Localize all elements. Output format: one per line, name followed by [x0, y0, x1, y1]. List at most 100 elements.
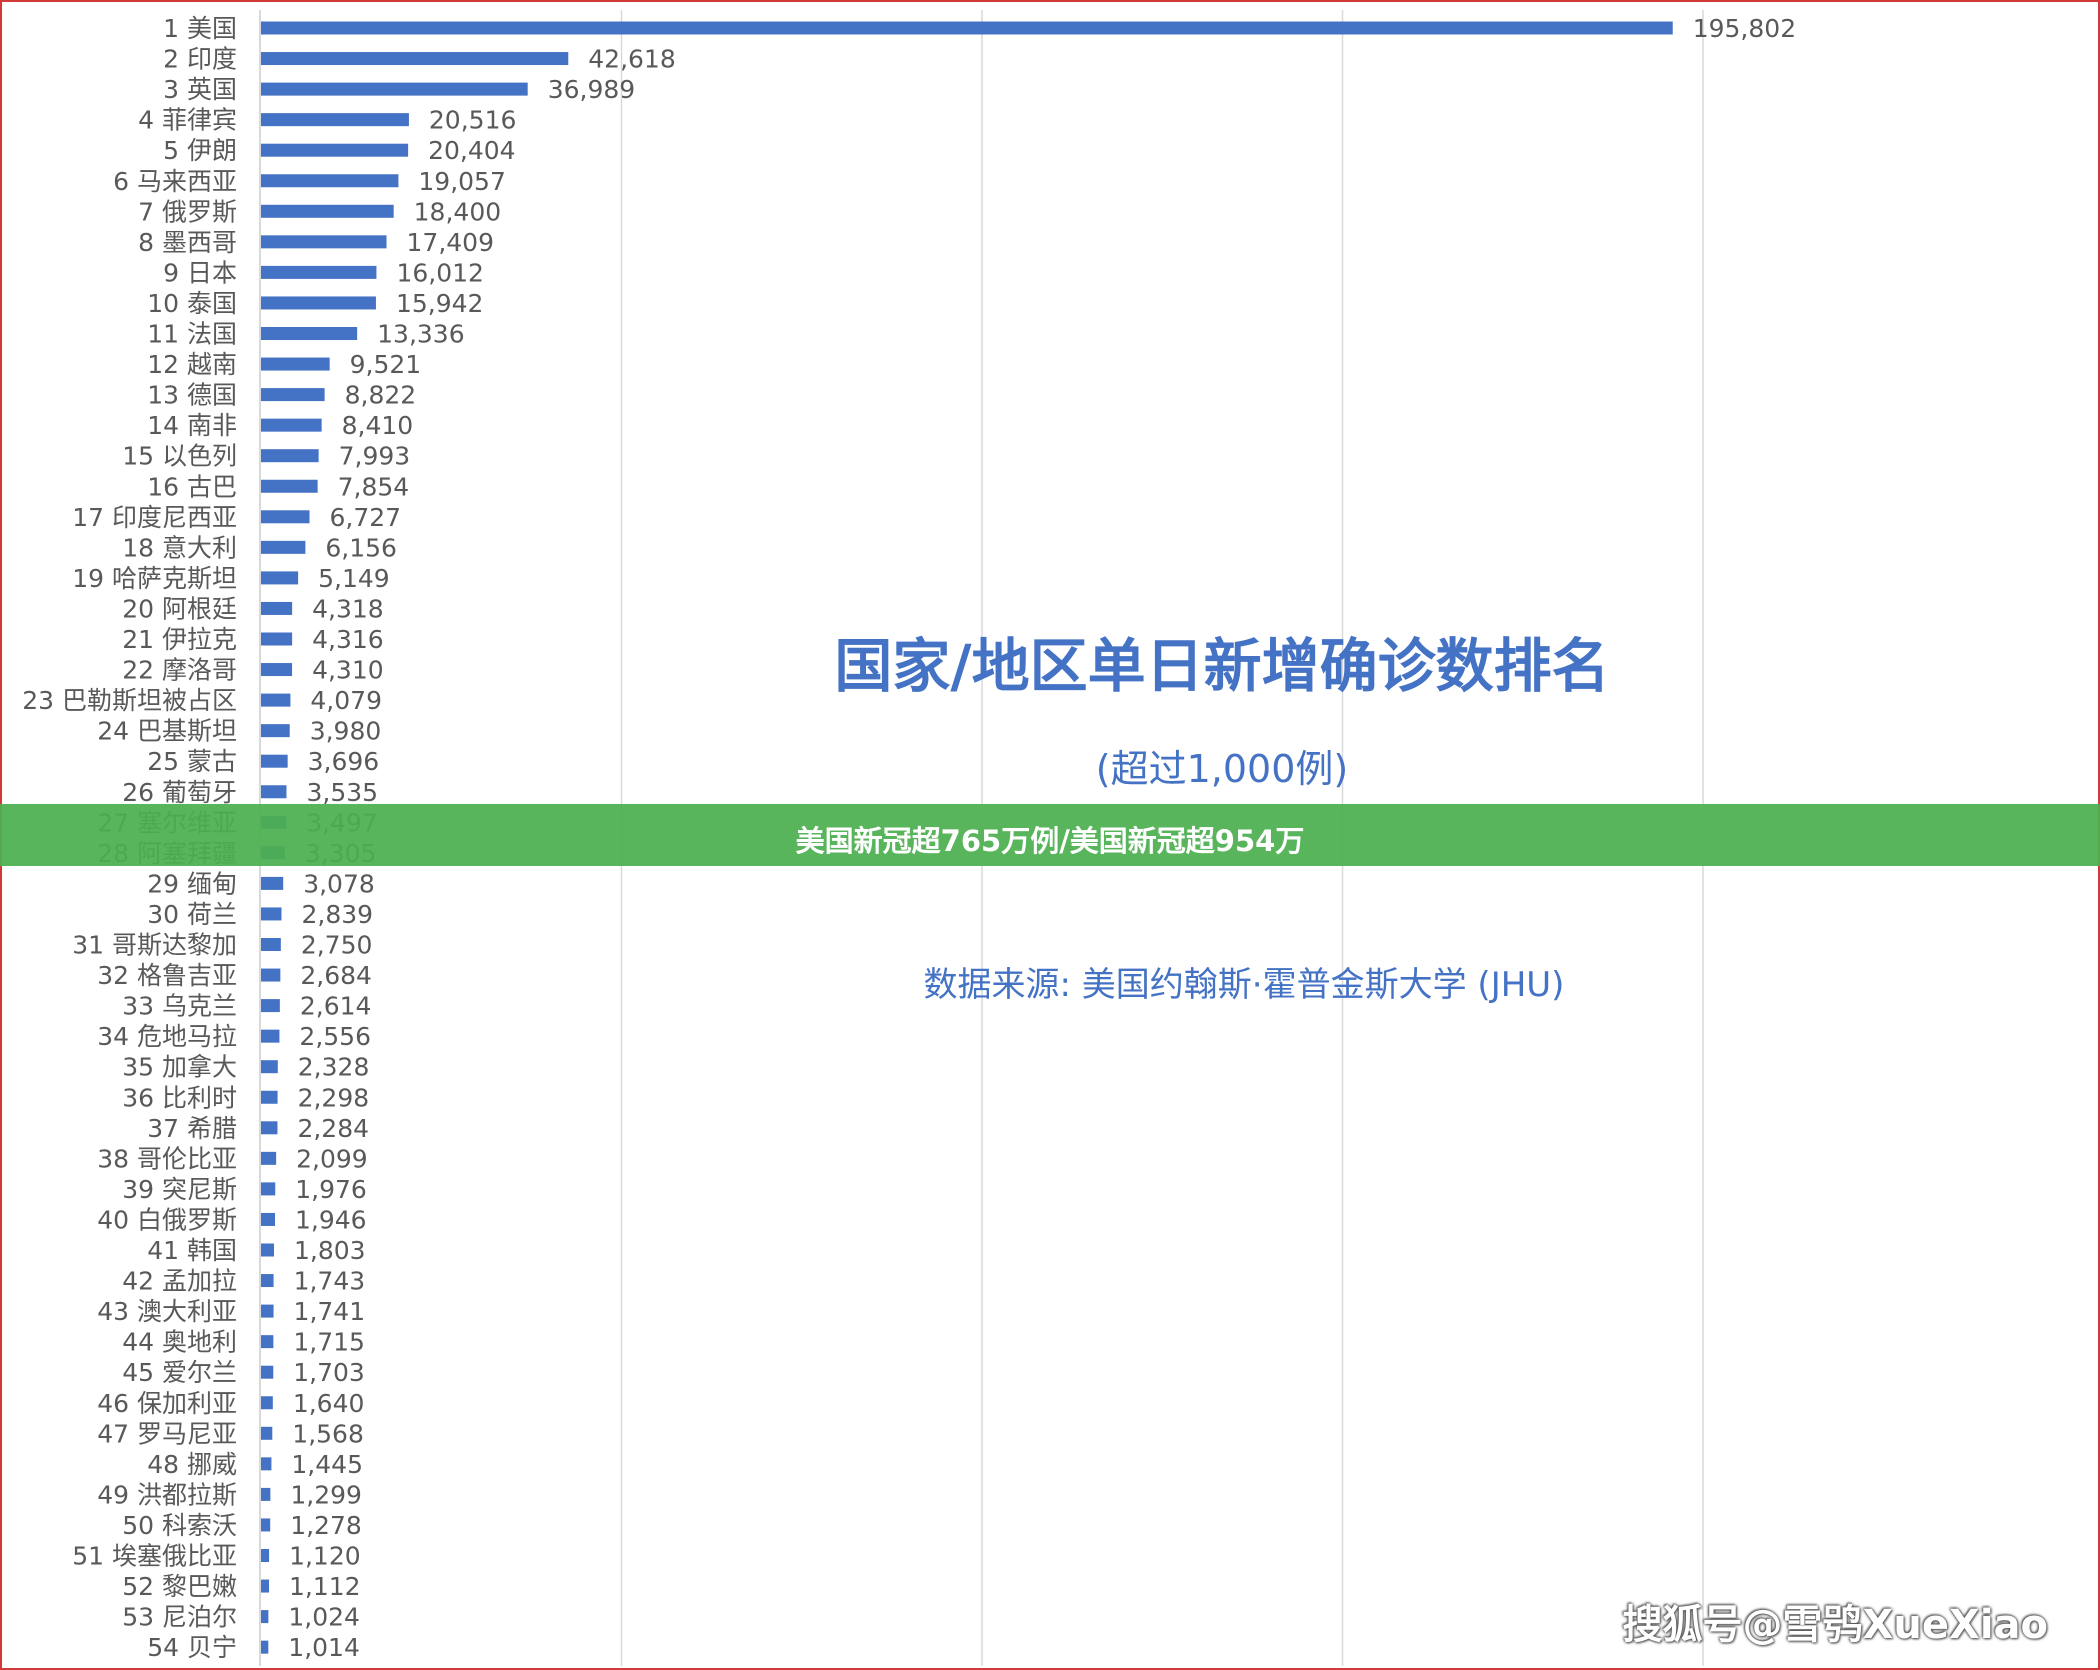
value-label: 1,741 [294, 1297, 366, 1326]
category-label: 21 伊拉克 [122, 625, 237, 654]
value-label: 5,149 [318, 564, 390, 593]
bar [261, 479, 318, 493]
value-label: 1,112 [289, 1572, 361, 1601]
bar [261, 754, 288, 768]
bar [261, 1579, 270, 1593]
value-label: 4,310 [312, 656, 384, 685]
bar [261, 1274, 274, 1288]
bar [261, 1121, 278, 1135]
category-label: 29 缅甸 [147, 869, 237, 898]
value-label: 1,568 [292, 1419, 364, 1448]
watermark: 搜狐号@雪鸮XueXiao [1622, 1602, 2048, 1648]
data-source-note: 数据来源: 美国约翰斯·霍普金斯大学 (JHU) [924, 965, 1565, 1005]
value-label: 3,078 [303, 869, 375, 898]
category-label: 44 奥地利 [122, 1328, 237, 1357]
bar [261, 1640, 269, 1654]
headline-text: 美国新冠超765万例/美国新冠超954万 [795, 824, 1305, 858]
bar [261, 1060, 278, 1074]
value-label: 6,156 [325, 533, 397, 562]
bar [261, 449, 319, 463]
value-label: 42,618 [588, 45, 675, 74]
category-label: 35 加拿大 [122, 1053, 237, 1082]
bar [261, 113, 409, 127]
value-label: 7,854 [338, 472, 410, 501]
category-label: 22 摩洛哥 [122, 656, 237, 685]
value-label: 18,400 [414, 197, 501, 226]
category-label: 8 墨西哥 [138, 228, 237, 257]
value-label: 1,976 [295, 1175, 367, 1204]
bar [261, 1029, 280, 1043]
bar [261, 938, 281, 951]
value-label: 20,516 [429, 106, 516, 135]
value-label: 2,298 [298, 1083, 370, 1112]
value-label: 1,014 [288, 1633, 360, 1662]
category-label: 15 以色列 [122, 442, 237, 471]
bar [261, 1151, 277, 1165]
value-label: 36,989 [548, 75, 635, 104]
category-label: 46 保加利亚 [97, 1389, 237, 1418]
value-label: 6,727 [330, 503, 402, 532]
category-label: 52 黎巴嫩 [122, 1572, 237, 1601]
bar [261, 510, 310, 524]
value-label: 1,640 [293, 1389, 365, 1418]
category-label: 50 科索沃 [122, 1511, 237, 1540]
bar [261, 1365, 274, 1379]
category-label: 38 哥伦比亚 [97, 1144, 237, 1173]
value-label: 2,839 [301, 900, 373, 929]
value-label: 2,328 [298, 1053, 370, 1082]
value-label: 2,284 [297, 1114, 369, 1143]
value-label: 3,535 [306, 778, 378, 807]
bar [261, 1243, 274, 1257]
value-label: 13,336 [377, 320, 464, 349]
category-label: 54 贝宁 [147, 1633, 237, 1662]
value-label: 1,445 [291, 1450, 363, 1479]
category-label: 23 巴勒斯坦被占区 [22, 686, 237, 715]
category-label: 47 罗马尼亚 [97, 1419, 237, 1448]
bar [261, 540, 306, 554]
category-label: 43 澳大利亚 [97, 1297, 237, 1326]
value-label: 1,120 [289, 1542, 361, 1571]
bar [261, 999, 280, 1013]
value-label: 2,614 [300, 992, 372, 1021]
category-label: 37 希腊 [147, 1114, 237, 1143]
bar [261, 571, 299, 585]
category-label: 3 英国 [163, 75, 237, 104]
category-label: 25 蒙古 [147, 747, 237, 776]
bar [261, 1396, 273, 1410]
category-label: 48 挪威 [147, 1450, 237, 1479]
category-label: 12 越南 [147, 350, 237, 379]
category-label: 39 突尼斯 [122, 1175, 237, 1204]
category-label: 7 俄罗斯 [138, 197, 237, 226]
bar [261, 1335, 274, 1349]
value-label: 4,079 [310, 686, 382, 715]
category-label: 13 德国 [147, 381, 237, 410]
value-label: 19,057 [418, 167, 505, 196]
bar [261, 357, 330, 371]
bar [261, 235, 387, 249]
bar [261, 1182, 276, 1196]
value-label: 20,404 [428, 136, 515, 165]
value-label: 1,299 [290, 1480, 362, 1509]
bar [261, 1518, 271, 1532]
bar [261, 1549, 270, 1562]
value-label: 1,278 [290, 1511, 362, 1540]
value-label: 16,012 [396, 258, 483, 287]
bar [261, 418, 322, 432]
value-label: 2,099 [296, 1144, 368, 1173]
bar [261, 204, 394, 218]
category-label: 17 印度尼西亚 [72, 503, 237, 532]
bar [261, 21, 1673, 35]
category-label: 53 尼泊尔 [122, 1603, 237, 1632]
value-label: 1,703 [293, 1358, 365, 1387]
value-label: 2,684 [300, 961, 372, 990]
value-label: 3,696 [308, 747, 380, 776]
bar [261, 388, 325, 402]
category-label: 49 洪都拉斯 [97, 1480, 237, 1509]
value-label: 7,993 [339, 442, 411, 471]
bar [261, 1212, 276, 1226]
category-label: 19 哈萨克斯坦 [72, 564, 237, 593]
bar [261, 1426, 273, 1440]
bar [261, 327, 358, 340]
value-label: 17,409 [407, 228, 494, 257]
bar [261, 52, 569, 66]
